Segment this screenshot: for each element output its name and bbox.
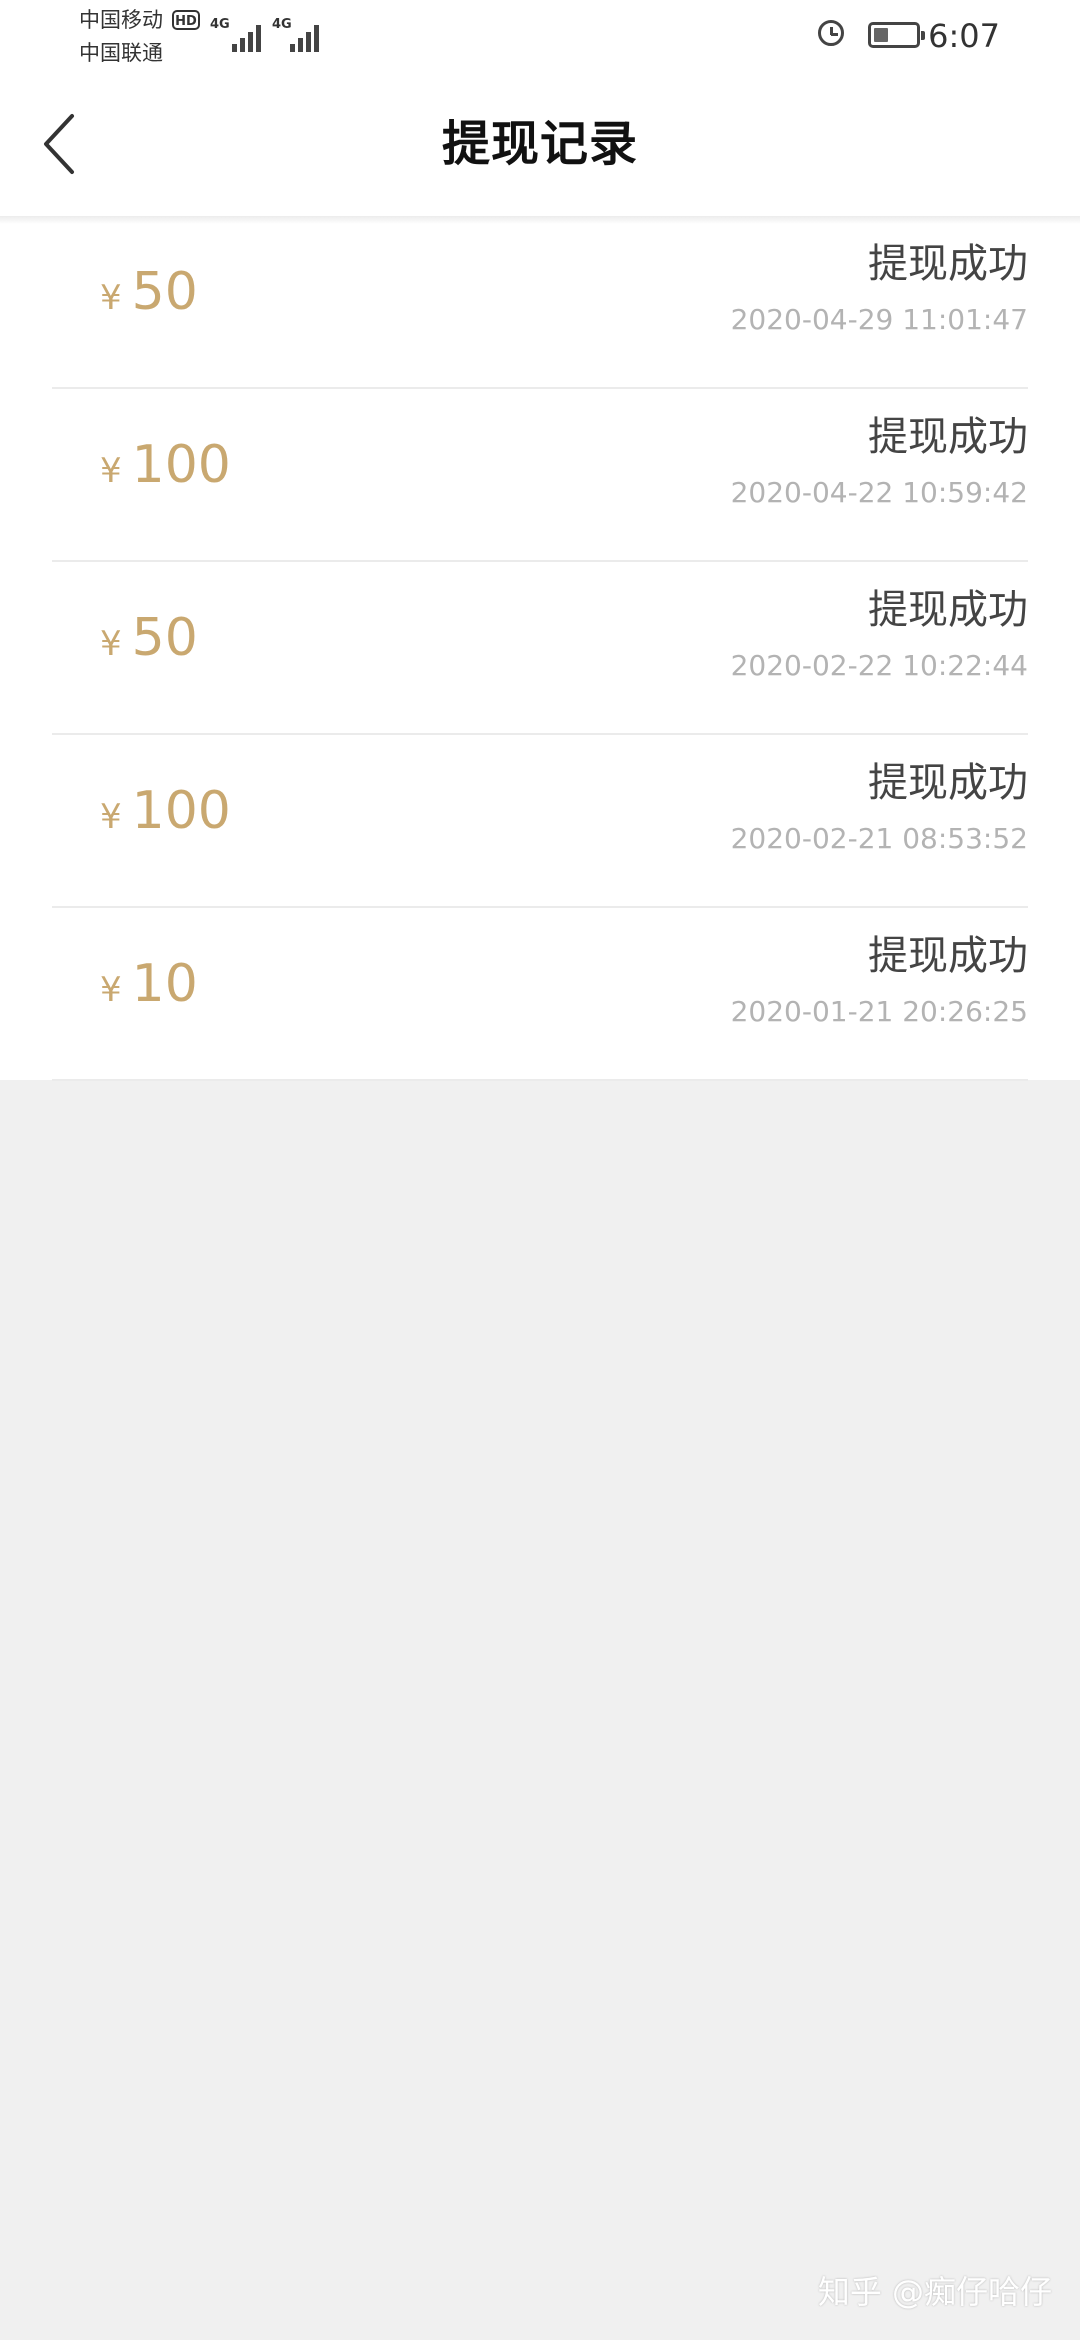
amount-value: 100 (131, 435, 231, 495)
status-time: 6:07 (928, 17, 1000, 55)
carrier-label-2: 中国联通 (79, 41, 163, 65)
network-type-1: 4G (210, 17, 230, 32)
header-shadow (0, 216, 1080, 224)
amount-value: 50 (131, 262, 198, 322)
record-status: 提现成功 (868, 760, 1028, 806)
carrier-label-1: 中国移动 (79, 8, 163, 32)
battery-level (874, 28, 888, 42)
network-type-2: 4G (272, 17, 292, 32)
currency-symbol: ¥ (100, 970, 122, 1010)
currency-symbol: ¥ (100, 278, 122, 318)
currency-symbol: ¥ (100, 451, 122, 491)
record-datetime: 2020-04-22 10:59:42 (730, 476, 1028, 509)
currency-symbol: ¥ (100, 624, 122, 664)
record-status: 提现成功 (868, 414, 1028, 460)
status-bar: 中国移动 中国联通 HD 4G 4G 6:07 (0, 0, 1080, 72)
record-row[interactable]: ¥50 提现成功 2020-02-22 10:22:44 (0, 562, 1080, 735)
record-amount: ¥100 (100, 785, 231, 837)
record-datetime: 2020-02-22 10:22:44 (730, 649, 1028, 682)
row-divider (52, 1079, 1028, 1081)
watermark: 知乎 @痴仔哈仔 (817, 2273, 1052, 2311)
record-row[interactable]: ¥50 提现成功 2020-04-29 11:01:47 (0, 216, 1080, 389)
withdrawal-record-list: ¥50 提现成功 2020-04-29 11:01:47 ¥100 提现成功 2020-0… (0, 216, 1080, 1081)
record-amount: ¥50 (100, 266, 198, 318)
record-row[interactable]: ¥10 提现成功 2020-01-21 20:26:25 (0, 908, 1080, 1081)
amount-value: 50 (131, 608, 198, 668)
record-status: 提现成功 (868, 241, 1028, 287)
hd-badge: HD (172, 10, 200, 30)
record-status: 提现成功 (868, 933, 1028, 979)
record-row[interactable]: ¥100 提现成功 2020-02-21 08:53:52 (0, 735, 1080, 908)
record-amount: ¥100 (100, 439, 231, 491)
record-row[interactable]: ¥100 提现成功 2020-04-22 10:59:42 (0, 389, 1080, 562)
signal-2-icon: 4G (272, 18, 328, 52)
signal-1-icon: 4G (210, 18, 266, 52)
record-datetime: 2020-01-21 20:26:25 (730, 995, 1028, 1028)
amount-value: 10 (131, 954, 198, 1014)
battery-icon (868, 22, 925, 48)
page-title: 提现记录 (441, 116, 638, 172)
record-datetime: 2020-04-29 11:01:47 (730, 303, 1028, 336)
record-datetime: 2020-02-21 08:53:52 (730, 822, 1028, 855)
record-amount: ¥10 (100, 958, 198, 1010)
currency-symbol: ¥ (100, 797, 122, 837)
record-amount: ¥50 (100, 612, 198, 664)
alarm-icon (818, 20, 844, 46)
header: 提现记录 (0, 72, 1080, 216)
amount-value: 100 (131, 781, 231, 841)
record-status: 提现成功 (868, 587, 1028, 633)
